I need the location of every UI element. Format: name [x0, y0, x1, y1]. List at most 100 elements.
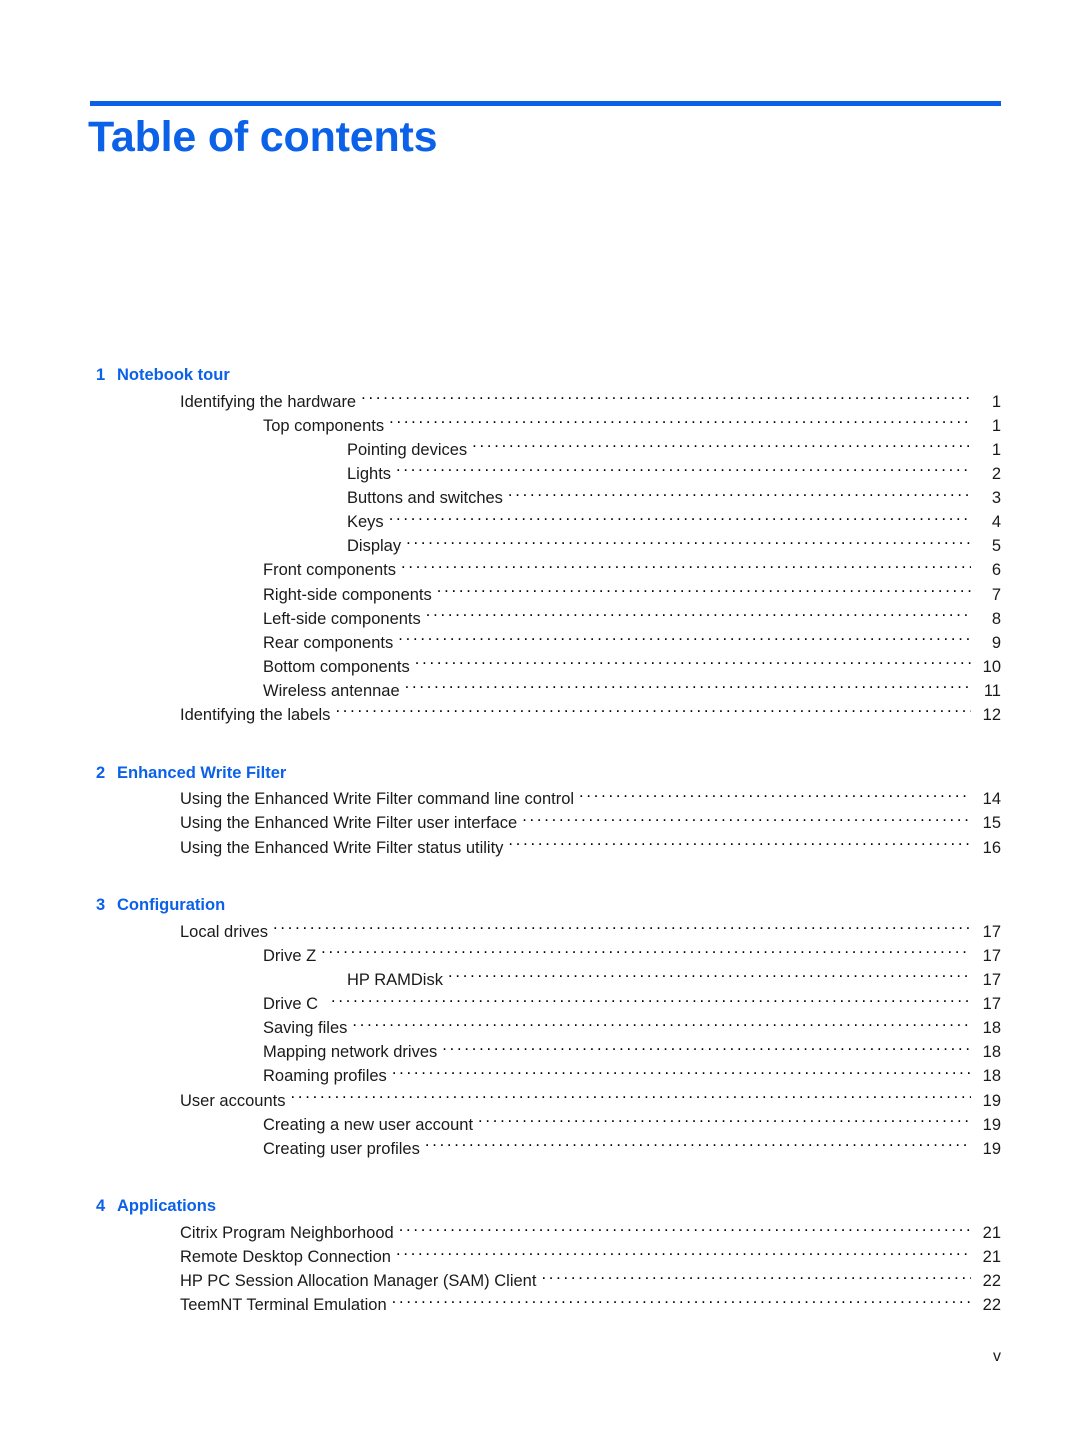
toc-entry[interactable]: Identifying the labels 12 — [0, 703, 1080, 727]
toc-entry[interactable]: Citrix Program Neighborhood 21 — [0, 1222, 1080, 1246]
toc-entry[interactable]: Lights 2 — [0, 463, 1080, 487]
toc-entry-label: Buttons and switches — [347, 489, 503, 508]
dot-leader — [437, 583, 971, 600]
toc-entry[interactable]: Local drives 17 — [0, 920, 1080, 944]
dot-leader — [396, 463, 971, 480]
toc-entry-page-number: 22 — [982, 1296, 1001, 1315]
toc-entry-page-number: 8 — [991, 609, 1001, 628]
toc-entry[interactable]: Creating user profiles 19 — [0, 1137, 1080, 1161]
toc-page: Table of contents 1 Notebook tour Identify… — [0, 0, 1080, 1437]
toc-chapter: 1Notebook tourIdentifying the hardware1T… — [0, 364, 1080, 728]
toc-entry[interactable]: Rear components 9 — [0, 631, 1080, 655]
dot-leader — [352, 1017, 971, 1034]
toc-entry-label: Local drives — [180, 922, 269, 941]
toc-entry-label: Pointing devices — [347, 440, 468, 459]
toc-entry[interactable]: HP PC Session Allocation Manager (SAM) C… — [0, 1270, 1080, 1294]
toc-entry-page-number: 18 — [982, 1067, 1001, 1086]
toc-entry-label: Right-side components — [263, 585, 432, 604]
toc-chapter: 2 Enhanced Write Filter Using the Enhanced… — [0, 762, 1080, 861]
toc-entry[interactable]: HP RAMDisk 17 — [0, 969, 1080, 993]
toc-entry[interactable]: Mapping network drives 18 — [0, 1041, 1080, 1065]
toc-entry[interactable]: Wireless antennae 11 — [0, 679, 1080, 703]
toc-entry[interactable]: Top components 1 — [0, 414, 1080, 438]
chapter-heading[interactable]: 3 Configuration — [0, 894, 1080, 916]
toc-entry-label: Roaming profiles — [263, 1067, 387, 1086]
toc-entry-page-number: 1 — [991, 416, 1001, 435]
toc-entry-page-number: 15 — [982, 814, 1001, 833]
toc-entry[interactable]: Right-side components 7 — [0, 583, 1080, 607]
toc-entry-label: Saving files — [263, 1019, 348, 1038]
dot-leader — [508, 487, 971, 504]
dot-leader — [406, 535, 971, 552]
dot-leader — [472, 438, 971, 455]
chapter-number: 2 — [96, 763, 106, 782]
toc-entry-label: Remote Desktop Connection — [180, 1248, 391, 1267]
dot-leader — [425, 1137, 971, 1154]
toc-entry[interactable]: Identifying the hardware 1 — [0, 390, 1080, 414]
toc-entry-label: Display — [347, 537, 402, 556]
toc-entry-label: Top components — [263, 416, 385, 435]
dot-leader — [478, 1113, 971, 1130]
chapter-title: Notebook tour — [117, 366, 230, 384]
toc-entry-page-number: 2 — [991, 465, 1001, 484]
toc-entry[interactable]: User accounts 19 — [0, 1089, 1080, 1113]
dot-leader — [335, 703, 971, 720]
toc-entry-page-number: 4 — [991, 513, 1001, 532]
toc-entry[interactable]: Display 5 — [0, 535, 1080, 559]
dot-leader — [399, 1222, 971, 1239]
toc-entry[interactable]: Roaming profiles 18 — [0, 1065, 1080, 1089]
toc-entry[interactable]: Keys 4 — [0, 511, 1080, 535]
dot-leader — [541, 1270, 971, 1287]
toc-entry-page-number: 7 — [991, 585, 1001, 604]
toc-entry[interactable]: Drive C 17 — [0, 993, 1080, 1017]
toc-entry[interactable]: TeemNT Terminal Emulation 22 — [0, 1294, 1080, 1318]
toc-entry[interactable]: Using the Enhanced Write Filter command … — [0, 788, 1080, 812]
toc-entry-label: User accounts — [180, 1091, 286, 1110]
chapter-heading[interactable]: 2 Enhanced Write Filter — [0, 762, 1080, 784]
toc-entry[interactable]: Pointing devices 1 — [0, 438, 1080, 462]
toc-entry[interactable]: Drive Z 17 — [0, 944, 1080, 968]
dot-leader — [396, 1246, 971, 1263]
toc-entry-label: Creating a new user account — [263, 1115, 474, 1134]
toc-entry[interactable]: Remote Desktop Connection 21 — [0, 1246, 1080, 1270]
toc-chapter: 4 Applications Citrix Program Neighborhood… — [0, 1195, 1080, 1318]
toc-entry[interactable]: Using the Enhanced Write Filter user int… — [0, 812, 1080, 836]
toc-entry-page-number: 22 — [982, 1272, 1001, 1291]
dot-leader — [442, 1041, 971, 1058]
toc-entry-label: Citrix Program Neighborhood — [180, 1224, 394, 1243]
toc-entry[interactable]: Left-side components 8 — [0, 607, 1080, 631]
chapter-title: Applications — [117, 1197, 217, 1216]
chapter-heading[interactable]: 1 Notebook tour — [0, 364, 1080, 386]
toc-entry-page-number: 16 — [982, 838, 1001, 857]
toc-entry[interactable]: Front components 6 — [0, 559, 1080, 583]
toc-list: 1Notebook tourIdentifying the hardware1T… — [0, 364, 1080, 1318]
toc-entry-label: Bottom components — [263, 657, 410, 676]
dot-leader — [392, 1294, 971, 1311]
toc-entry-label: Mapping network drives — [263, 1043, 438, 1062]
toc-entry-page-number: 17 — [982, 946, 1001, 965]
toc-entry-page-number: 10 — [982, 657, 1001, 676]
toc-entry-page-number: 12 — [982, 705, 1001, 724]
toc-entry[interactable]: Creating a new user account 19 — [0, 1113, 1080, 1137]
toc-entry[interactable]: Using the Enhanced Write Filter status u… — [0, 836, 1080, 860]
toc-entry-page-number: 3 — [991, 489, 1001, 508]
dot-leader — [401, 559, 971, 576]
toc-entry[interactable]: Saving files 18 — [0, 1017, 1080, 1041]
dot-leader — [273, 920, 971, 937]
chapter-heading[interactable]: 4 Applications — [0, 1195, 1080, 1217]
toc-entry-label: Creating user profiles — [263, 1139, 420, 1158]
toc-entry[interactable]: Bottom components 10 — [0, 655, 1080, 679]
toc-entry-label: Drive Z — [263, 946, 317, 965]
toc-entry-page-number: 1 — [991, 392, 1001, 411]
toc-entry-label: Rear components — [263, 633, 394, 652]
dot-leader — [321, 944, 971, 961]
dot-leader — [290, 1089, 971, 1106]
toc-entry-page-number: 19 — [982, 1091, 1001, 1110]
dot-leader — [392, 1065, 971, 1082]
toc-entry-page-number: 19 — [982, 1139, 1001, 1158]
toc-entry[interactable]: Buttons and switches 3 — [0, 487, 1080, 511]
toc-entry-page-number: 14 — [982, 790, 1001, 809]
dot-leader — [426, 607, 971, 624]
toc-entry-label: HP RAMDisk — [347, 971, 443, 990]
dot-leader — [522, 812, 971, 829]
